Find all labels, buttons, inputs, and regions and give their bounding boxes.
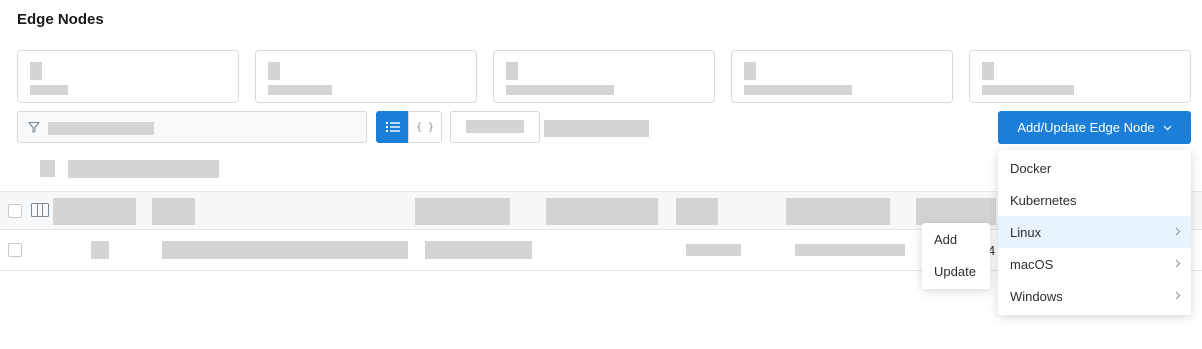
column-header — [152, 198, 195, 225]
submenu-item-update[interactable]: Update — [922, 255, 990, 287]
column-header — [676, 198, 718, 225]
linux-submenu: Add Update — [922, 223, 990, 289]
submenu-item-add[interactable]: Add — [922, 223, 990, 255]
placeholder-icon — [40, 160, 55, 177]
select-all-checkbox[interactable] — [8, 204, 22, 218]
column-header — [916, 198, 996, 225]
column-header — [415, 198, 510, 225]
chevron-down-icon — [1163, 125, 1172, 130]
page-title: Edge Nodes — [17, 11, 104, 28]
summary-card — [969, 50, 1191, 103]
menu-item-docker[interactable]: Docker — [998, 152, 1191, 184]
row-checkbox[interactable] — [8, 243, 22, 257]
selector-box[interactable] — [450, 111, 540, 143]
summary-card — [731, 50, 953, 103]
menu-item-windows[interactable]: Windows — [998, 280, 1191, 312]
filter-input[interactable] — [17, 111, 367, 143]
add-update-dropdown: Docker Kubernetes Linux macOS Windows — [998, 150, 1191, 315]
summary-card — [493, 50, 715, 103]
add-update-edge-node-button[interactable]: Add/Update Edge Node — [998, 111, 1191, 144]
filter-icon — [28, 121, 40, 133]
chevron-right-icon — [1175, 227, 1181, 236]
json-icon: { } — [415, 121, 435, 133]
placeholder-text — [544, 120, 649, 137]
add-update-edge-node-label: Add/Update Edge Node — [1017, 120, 1155, 135]
column-header — [53, 198, 136, 225]
placeholder-text — [68, 160, 219, 178]
summary-card — [17, 50, 239, 103]
menu-item-linux[interactable]: Linux — [998, 216, 1191, 248]
columns-icon[interactable] — [31, 203, 49, 217]
list-icon — [385, 122, 400, 132]
summary-card — [255, 50, 477, 103]
menu-item-kubernetes[interactable]: Kubernetes — [998, 184, 1191, 216]
menu-item-macos[interactable]: macOS — [998, 248, 1191, 280]
chevron-right-icon — [1175, 259, 1181, 268]
json-view-toggle[interactable]: { } — [408, 111, 442, 143]
list-view-toggle[interactable] — [376, 111, 409, 143]
chevron-right-icon — [1175, 291, 1181, 300]
column-header — [786, 198, 890, 225]
column-header — [546, 198, 658, 225]
